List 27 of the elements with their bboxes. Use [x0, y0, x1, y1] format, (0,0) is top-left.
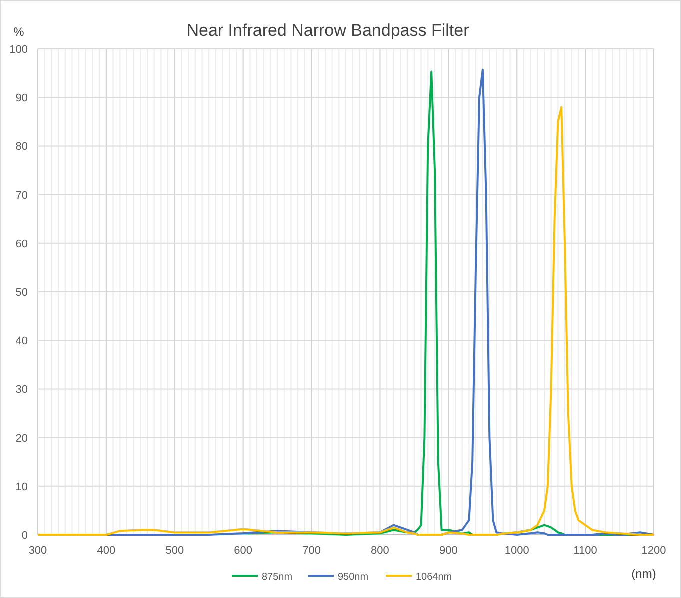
- legend-label: 950nm: [338, 572, 369, 583]
- y-axis-label: %: [14, 25, 24, 39]
- x-tick-label: 1100: [574, 545, 598, 557]
- y-tick-label: 60: [16, 238, 28, 250]
- x-tick-label: 500: [166, 545, 184, 557]
- y-tick-label: 70: [16, 190, 28, 202]
- chart-title: Near Infrared Narrow Bandpass Filter: [186, 21, 470, 40]
- x-tick-label: 300: [28, 545, 48, 557]
- x-tick-label: 1000: [504, 545, 530, 557]
- x-tick-label: 400: [97, 545, 116, 557]
- legend-label: 1064nm: [416, 572, 452, 583]
- y-tick-label: 100: [10, 44, 28, 56]
- y-tick-label: 80: [16, 141, 28, 154]
- y-tick-label: 10: [16, 481, 28, 494]
- y-tick-label: 0: [22, 530, 28, 542]
- y-tick-label: 90: [16, 92, 28, 105]
- x-axis-label: (nm): [632, 567, 656, 581]
- x-tick-label: 900: [439, 545, 458, 557]
- y-tick-label: 20: [16, 432, 28, 445]
- y-tick-label: 50: [16, 287, 28, 299]
- x-tick-label: 800: [371, 545, 390, 557]
- x-tick-label: 700: [302, 545, 321, 557]
- x-tick-label: 600: [234, 545, 253, 557]
- y-tick-label: 30: [16, 384, 28, 396]
- y-tick-label: 40: [16, 336, 28, 348]
- legend-label: 875nm: [262, 572, 293, 583]
- x-tick-label: 1200: [642, 545, 666, 557]
